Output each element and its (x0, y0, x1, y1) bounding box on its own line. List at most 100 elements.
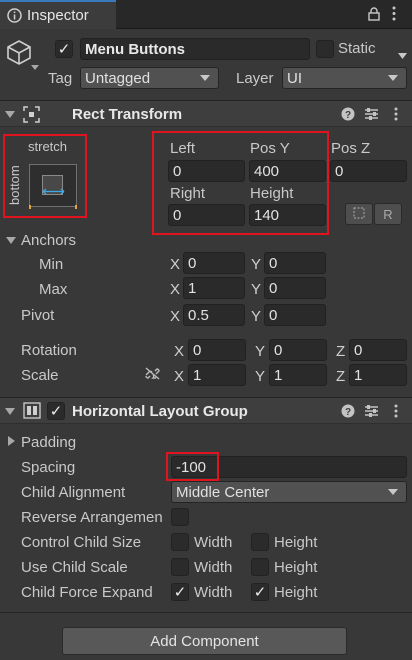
scale-y-field[interactable]: 1 (269, 364, 327, 386)
rotation-y-field[interactable]: 0 (269, 339, 327, 361)
anchors-max-y-field[interactable]: 0 (264, 277, 326, 299)
raw-edit-label: R (383, 206, 393, 222)
blueprint-mode-button[interactable] (345, 203, 373, 225)
lock-icon[interactable] (368, 7, 380, 25)
settings-icon[interactable] (364, 107, 379, 125)
anchors-min-y-axis: Y (251, 256, 262, 273)
scale-height-checkbox[interactable] (251, 558, 269, 576)
anchors-label: Anchors (21, 232, 77, 249)
pos-z-field[interactable]: 0 (330, 160, 407, 182)
collapse-arrow[interactable] (5, 408, 15, 415)
help-icon[interactable]: ? (341, 107, 355, 125)
height-field[interactable]: 140 (249, 204, 326, 226)
reverse-arrangement-label: Reverse Arrangemen (21, 509, 163, 526)
anchors-min-x-field[interactable]: 0 (183, 252, 245, 274)
anchors-max-y-axis: Y (251, 281, 262, 298)
rotation-x-field[interactable]: 0 (188, 339, 246, 361)
rotation-x-axis: X (174, 343, 185, 360)
settings-icon[interactable] (364, 404, 379, 422)
tab-title: Inspector (27, 7, 89, 24)
control-child-size-label: Control Child Size (21, 534, 142, 551)
anchor-marker-right (75, 205, 77, 209)
child-alignment-dropdown[interactable]: Middle Center (171, 481, 407, 503)
chevron-down-icon (388, 75, 398, 81)
anchor-preset-button[interactable] (29, 164, 77, 207)
pos-y-field[interactable]: 400 (249, 160, 326, 182)
unlink-icon[interactable] (144, 366, 161, 385)
add-component-button[interactable]: Add Component (62, 627, 347, 655)
anchors-min-x-axis: X (170, 256, 181, 273)
pos-y-label: Pos Y (250, 140, 290, 157)
rotation-z-field[interactable]: 0 (349, 339, 407, 361)
force-expand-height-checkbox[interactable]: ✓ (251, 583, 269, 601)
layout-group-title: Horizontal Layout Group (72, 403, 248, 420)
active-checkbox[interactable]: ✓ (55, 40, 73, 58)
force-expand-width-label: Width (194, 584, 233, 601)
padding-label: Padding (21, 434, 77, 451)
static-label: Static (338, 40, 376, 57)
force-expand-width-checkbox[interactable]: ✓ (171, 583, 189, 601)
check-icon: ✓ (173, 584, 187, 601)
anchors-expand-arrow[interactable] (6, 237, 16, 244)
more-icon[interactable] (394, 107, 398, 125)
tag-label: Tag (48, 70, 73, 87)
divider (0, 612, 412, 613)
anchors-min-label: Min (39, 256, 64, 273)
stretch-arrow-icon (42, 182, 65, 199)
collapse-arrow[interactable] (5, 111, 15, 118)
scale-x-axis: X (174, 368, 185, 385)
layout-group-enabled-checkbox[interactable]: ✓ (47, 402, 65, 420)
rect-transform-title: Rect Transform (72, 106, 183, 123)
scale-label: Scale (21, 367, 59, 384)
use-child-scale-label: Use Child Scale (21, 559, 128, 576)
layer-dropdown[interactable]: UI (282, 67, 407, 89)
menu-icon[interactable] (392, 6, 396, 25)
scale-z-axis: Z (336, 368, 346, 385)
rotation-z-axis: Z (336, 343, 346, 360)
static-checkbox[interactable] (316, 40, 334, 58)
anchor-marker-left (29, 205, 31, 209)
left-field[interactable]: 0 (168, 160, 245, 182)
scale-width-checkbox[interactable] (171, 558, 189, 576)
rect-transform-icon (23, 106, 40, 127)
check-icon: ✓ (253, 584, 267, 601)
check-icon: ✓ (57, 41, 71, 58)
add-component-label: Add Component (150, 632, 259, 650)
icon-dropdown-arrow[interactable] (31, 65, 39, 70)
tag-dropdown[interactable]: Untagged (80, 67, 219, 89)
anchor-preset-bottom-label: bottom (7, 165, 22, 205)
pos-z-label: Pos Z (331, 140, 371, 157)
static-dropdown-arrow[interactable] (398, 46, 407, 63)
name-field[interactable]: Menu Buttons (80, 38, 310, 60)
anchors-max-x-field[interactable]: 1 (183, 277, 245, 299)
raw-edit-button[interactable]: R (374, 203, 402, 225)
anchor-preset-stretch-label: stretch (28, 139, 68, 154)
layout-group-icon (23, 402, 41, 423)
spacing-label: Spacing (21, 459, 76, 476)
reverse-arrangement-checkbox[interactable] (171, 508, 189, 526)
svg-text:?: ? (345, 407, 351, 418)
blueprint-icon (353, 206, 365, 222)
padding-expand-arrow[interactable] (8, 436, 15, 446)
scale-width-label: Width (194, 559, 233, 576)
tab-inspector[interactable]: Inspector (0, 0, 116, 29)
right-field[interactable]: 0 (168, 204, 245, 226)
anchors-min-y-field[interactable]: 0 (264, 252, 326, 274)
pivot-y-field[interactable]: 0 (264, 304, 326, 326)
more-icon[interactable] (394, 404, 398, 422)
pivot-x-field[interactable]: 0.5 (183, 304, 245, 326)
pivot-label: Pivot (21, 307, 55, 324)
child-force-expand-label: Child Force Expand (21, 584, 153, 601)
pivot-y-axis: Y (251, 308, 262, 325)
chevron-down-icon (200, 75, 210, 81)
scale-x-field[interactable]: 1 (188, 364, 246, 386)
control-width-checkbox[interactable] (171, 533, 189, 551)
help-icon[interactable]: ? (341, 404, 355, 422)
right-label: Right (170, 185, 206, 202)
cube-icon[interactable] (5, 38, 33, 70)
anchors-max-label: Max (39, 281, 68, 298)
rotation-label: Rotation (21, 342, 77, 359)
child-alignment-label: Child Alignment (21, 484, 126, 501)
scale-z-field[interactable]: 1 (349, 364, 407, 386)
control-height-checkbox[interactable] (251, 533, 269, 551)
